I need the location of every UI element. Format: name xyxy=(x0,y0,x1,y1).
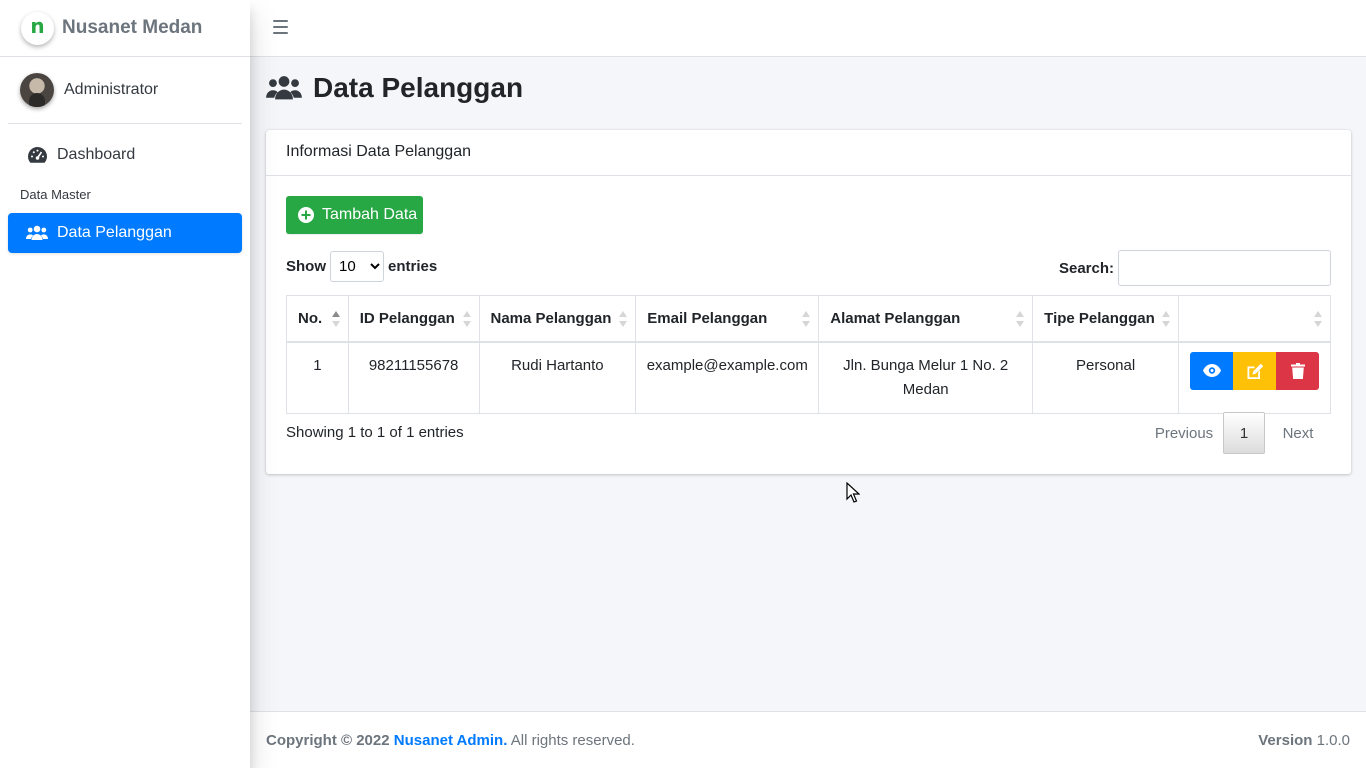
column-header-nama[interactable]: Nama Pelanggan xyxy=(478,295,637,343)
page-title: Data Pelanggan xyxy=(266,72,523,104)
search-control: Search: xyxy=(1059,250,1331,286)
eye-icon xyxy=(1202,364,1221,377)
brand-link[interactable]: n Nusanet Medan xyxy=(0,0,250,57)
cell-actions xyxy=(1178,341,1331,414)
column-header-tipe[interactable]: Tipe Pelanggan xyxy=(1032,295,1179,343)
user-panel[interactable]: Administrator xyxy=(8,73,242,124)
footer-copyright: Copyright © 2022 Nusanet Admin. All righ… xyxy=(266,731,635,749)
users-icon xyxy=(26,225,48,241)
sidebar-nav: Dashboard Data Master Data Pelanggan xyxy=(0,135,250,253)
search-input[interactable] xyxy=(1118,250,1331,286)
cell-id: 98211155678 xyxy=(347,341,480,414)
users-icon xyxy=(266,75,302,101)
edit-icon xyxy=(1247,363,1263,379)
sidebar-item-data-pelanggan[interactable]: Data Pelanggan xyxy=(8,213,242,253)
cell-tipe: Personal xyxy=(1032,341,1179,414)
column-header-actions[interactable] xyxy=(1178,295,1331,343)
footer-version: Version 1.0.0 xyxy=(1258,731,1350,749)
sidebar-item-label: Dashboard xyxy=(57,146,136,163)
cell-nama: Rudi Hartanto xyxy=(478,341,637,414)
column-header-id[interactable]: ID Pelanggan xyxy=(347,295,480,343)
card-title: Informasi Data Pelanggan xyxy=(266,130,1351,176)
table-header-row: No. ID Pelanggan Nama Pelanggan Email Pe… xyxy=(286,295,1331,343)
mouse-cursor-icon xyxy=(846,482,860,503)
table-row: 1 98211155678 Rudi Hartanto example@exam… xyxy=(286,341,1331,414)
pagination-previous[interactable]: Previous xyxy=(1145,412,1223,454)
sidebar-item-dashboard[interactable]: Dashboard xyxy=(8,135,242,175)
cell-alamat: Jln. Bunga Melur 1 No. 2 Medan xyxy=(818,341,1034,414)
top-navbar xyxy=(250,0,1366,57)
cell-email: example@example.com xyxy=(635,341,820,414)
customer-card: Informasi Data Pelanggan Tambah Data Sho… xyxy=(266,130,1351,474)
sidebar: n Nusanet Medan Administrator Dashboard … xyxy=(0,0,250,768)
table-info: Showing 1 to 1 of 1 entries xyxy=(286,424,464,441)
brand-name: Nusanet Medan xyxy=(62,17,203,38)
column-header-email[interactable]: Email Pelanggan xyxy=(635,295,820,343)
user-name: Administrator xyxy=(64,81,159,98)
plus-circle-icon xyxy=(298,207,314,223)
avatar xyxy=(20,73,54,107)
page-length-control: Show 10 entries xyxy=(286,251,437,282)
menu-toggle-icon[interactable] xyxy=(273,20,288,34)
sidebar-item-label: Data Pelanggan xyxy=(57,224,172,241)
pagination: Previous 1 Next xyxy=(1145,412,1331,454)
footer: Copyright © 2022 Nusanet Admin. All righ… xyxy=(250,711,1366,768)
edit-button[interactable] xyxy=(1233,351,1276,390)
column-header-alamat[interactable]: Alamat Pelanggan xyxy=(818,295,1034,343)
customer-table: No. ID Pelanggan Nama Pelanggan Email Pe… xyxy=(286,295,1331,414)
add-data-label: Tambah Data xyxy=(322,206,418,223)
column-header-no[interactable]: No. xyxy=(286,295,349,343)
trash-icon xyxy=(1290,362,1305,379)
pagination-next[interactable]: Next xyxy=(1265,412,1331,454)
action-buttons xyxy=(1190,351,1319,390)
page-length-select[interactable]: 10 xyxy=(330,251,384,282)
page-title-text: Data Pelanggan xyxy=(313,72,524,103)
sidebar-header: Data Master xyxy=(20,187,91,202)
search-label: Search: xyxy=(1058,259,1114,277)
add-data-button[interactable]: Tambah Data xyxy=(286,196,423,234)
brand-logo: n xyxy=(21,11,54,45)
tachometer-icon xyxy=(26,146,48,164)
pagination-page-1[interactable]: 1 xyxy=(1223,412,1265,454)
footer-company-link[interactable]: Nusanet Admin. xyxy=(394,732,508,749)
delete-button[interactable] xyxy=(1276,351,1319,390)
cell-no: 1 xyxy=(286,341,349,414)
view-button[interactable] xyxy=(1190,351,1233,390)
